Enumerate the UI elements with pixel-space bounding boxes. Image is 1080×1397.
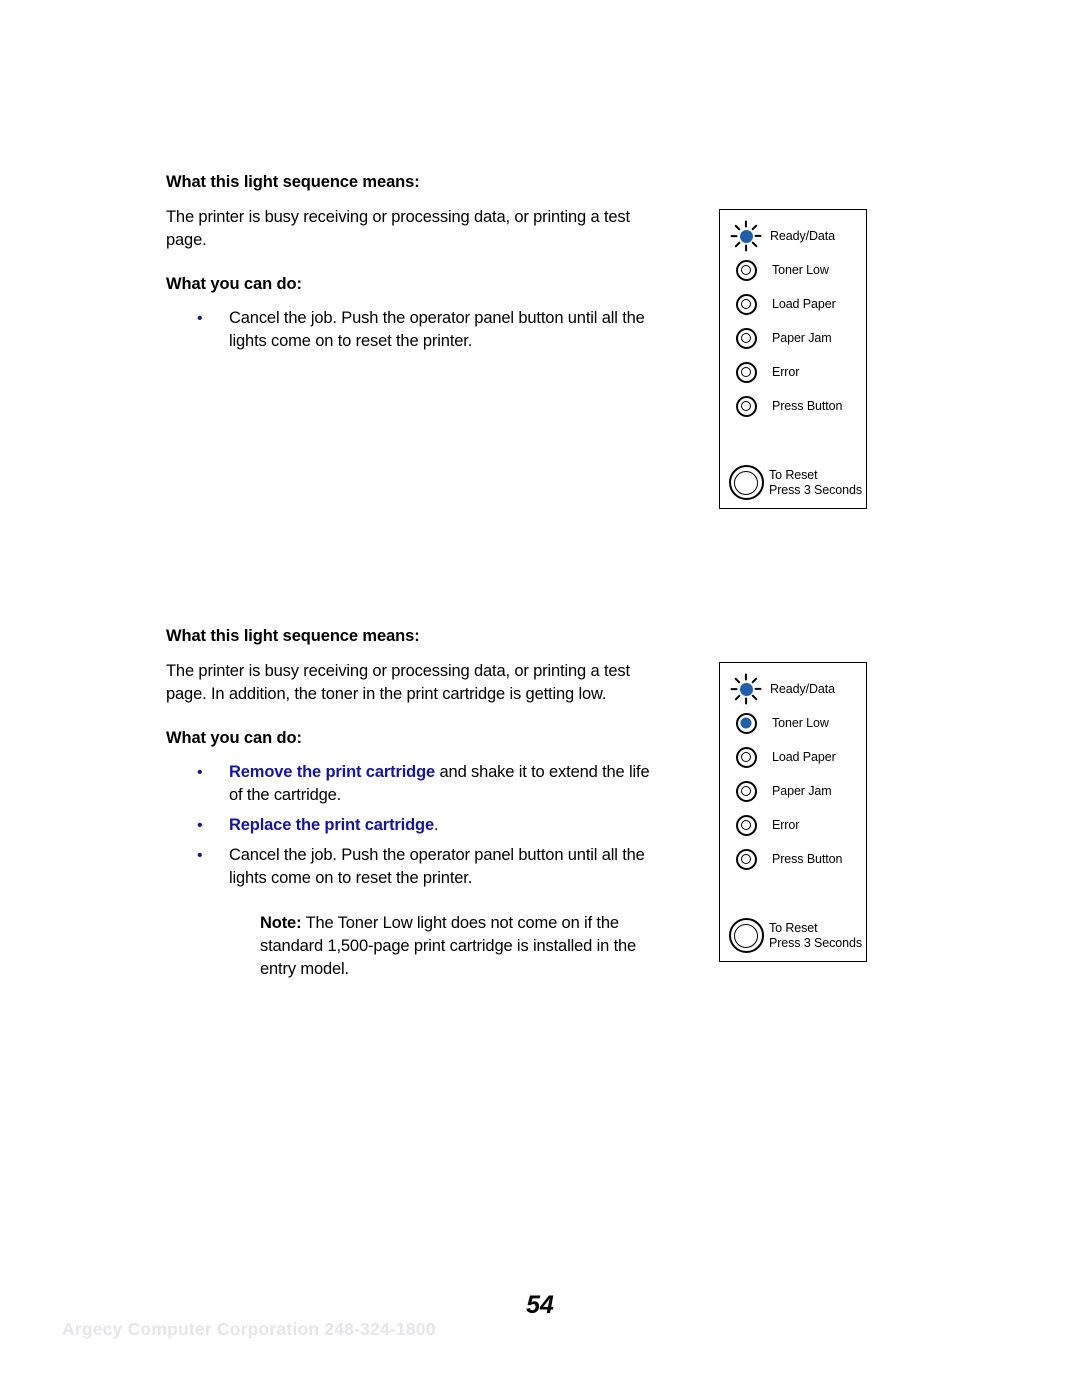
led-row-press-button: Press Button (720, 389, 866, 423)
note-text: The Toner Low light does not come on if … (260, 914, 637, 979)
led-label: Load Paper (772, 750, 836, 764)
list-item: • Replace the print cartridge. (166, 814, 652, 837)
bullet-dot-icon: • (197, 764, 203, 782)
led-label: Error (772, 365, 800, 379)
led-indicator (735, 814, 757, 836)
document-page: What this light sequence means: The prin… (0, 0, 1080, 1397)
led-row-paper-jam: Paper Jam (720, 774, 866, 808)
operator-panel-2: Ready/Data Toner Low Load Paper Paper Ja… (719, 662, 867, 962)
reset-button-row: To Reset Press 3 Seconds (720, 918, 866, 953)
led-slot (720, 361, 772, 383)
led-row-load-paper: Load Paper (720, 287, 866, 321)
led-label: Load Paper (772, 297, 836, 311)
led-label: Toner Low (772, 716, 829, 730)
led-indicator (735, 746, 757, 768)
section-1-heading-means: What this light sequence means: (166, 173, 420, 191)
led-label: Ready/Data (770, 229, 836, 243)
footer-watermark: Argecy Computer Corporation 248-324-1800 (62, 1319, 436, 1339)
led-label: Paper Jam (772, 784, 832, 798)
bullet-dot-icon: • (197, 310, 203, 328)
led-label: Ready/Data (770, 682, 836, 696)
led-core (739, 682, 753, 696)
led-slot (720, 395, 772, 417)
operator-panel-1: Ready/Data Toner Low Load Paper Paper Ja… (719, 209, 867, 509)
led-slot (720, 672, 772, 706)
reset-line-1: To Reset (769, 921, 818, 935)
led-row-error: Error (720, 808, 866, 842)
link-remove-print-cartridge[interactable]: Remove the print cartridge (229, 763, 435, 781)
led-indicator-lit (735, 712, 757, 734)
led-slot (720, 814, 772, 836)
led-indicator (735, 293, 757, 315)
led-indicator (735, 327, 757, 349)
bullet-body: Cancel the job. Push the operator panel … (229, 309, 645, 351)
reset-line-2: Press 3 Seconds (769, 935, 862, 950)
reset-slot (720, 918, 772, 953)
led-core (739, 229, 753, 243)
section-1-heading-actions: What you can do: (166, 274, 302, 293)
bullet-body: . (434, 816, 439, 835)
led-row-paper-jam: Paper Jam (720, 321, 866, 355)
led-indicator (735, 848, 757, 870)
led-indicator (735, 361, 757, 383)
bullet-dot-icon: • (197, 847, 203, 865)
led-indicator (735, 395, 757, 417)
reset-button-icon[interactable] (728, 918, 764, 953)
led-row-error: Error (720, 355, 866, 389)
led-slot (720, 219, 772, 253)
reset-instructions: To Reset Press 3 Seconds (769, 468, 862, 497)
led-label: Toner Low (772, 263, 829, 277)
link-replace-print-cartridge[interactable]: Replace the print cartridge (229, 816, 434, 834)
list-item: • Remove the print cartridge and shake i… (166, 761, 652, 807)
section-1-action-list: • Cancel the job. Push the operator pane… (166, 307, 652, 353)
led-label: Paper Jam (772, 331, 832, 345)
bullet-dot-icon: • (197, 817, 203, 835)
led-row-toner-low: Toner Low (720, 253, 866, 287)
led-label: Press Button (772, 852, 843, 866)
led-row-ready-data: Ready/Data (720, 672, 866, 706)
led-slot (720, 293, 772, 315)
list-item: • Cancel the job. Push the operator pane… (166, 844, 652, 890)
led-slot (720, 712, 772, 734)
page-number: 54 (526, 1291, 554, 1319)
section-2-action-list: • Remove the print cartridge and shake i… (166, 761, 652, 890)
led-blinking-icon (727, 672, 765, 706)
reset-button-icon[interactable] (728, 465, 764, 500)
led-slot (720, 259, 772, 281)
led-slot (720, 848, 772, 870)
led-blinking-icon (727, 219, 765, 253)
led-row-toner-low: Toner Low (720, 706, 866, 740)
led-indicator (735, 780, 757, 802)
note-label: Note: (260, 914, 302, 933)
led-indicator (735, 259, 757, 281)
reset-button-row: To Reset Press 3 Seconds (720, 465, 866, 500)
led-slot (720, 327, 772, 349)
led-label: Error (772, 818, 800, 832)
reset-line-2: Press 3 Seconds (769, 482, 862, 497)
list-item: • Cancel the job. Push the operator pane… (166, 307, 652, 353)
led-row-press-button: Press Button (720, 842, 866, 876)
led-row-load-paper: Load Paper (720, 740, 866, 774)
led-slot (720, 780, 772, 802)
section-2-description: The printer is busy receiving or process… (166, 661, 630, 703)
led-label: Press Button (772, 399, 843, 413)
reset-slot (720, 465, 772, 500)
led-slot (720, 746, 772, 768)
section-1-description: The printer is busy receiving or process… (166, 207, 630, 249)
light-sequence-section-2: What this light sequence means: The prin… (166, 626, 652, 981)
note-block: Note: The Toner Low light does not come … (166, 912, 652, 981)
led-row-ready-data: Ready/Data (720, 219, 866, 253)
reset-line-1: To Reset (769, 468, 818, 482)
bullet-body: Cancel the job. Push the operator panel … (229, 846, 645, 888)
section-2-heading-actions: What you can do: (166, 728, 302, 747)
section-2-heading-means: What this light sequence means: (166, 627, 420, 645)
reset-instructions: To Reset Press 3 Seconds (769, 921, 862, 950)
light-sequence-section-1: What this light sequence means: The prin… (166, 172, 652, 360)
